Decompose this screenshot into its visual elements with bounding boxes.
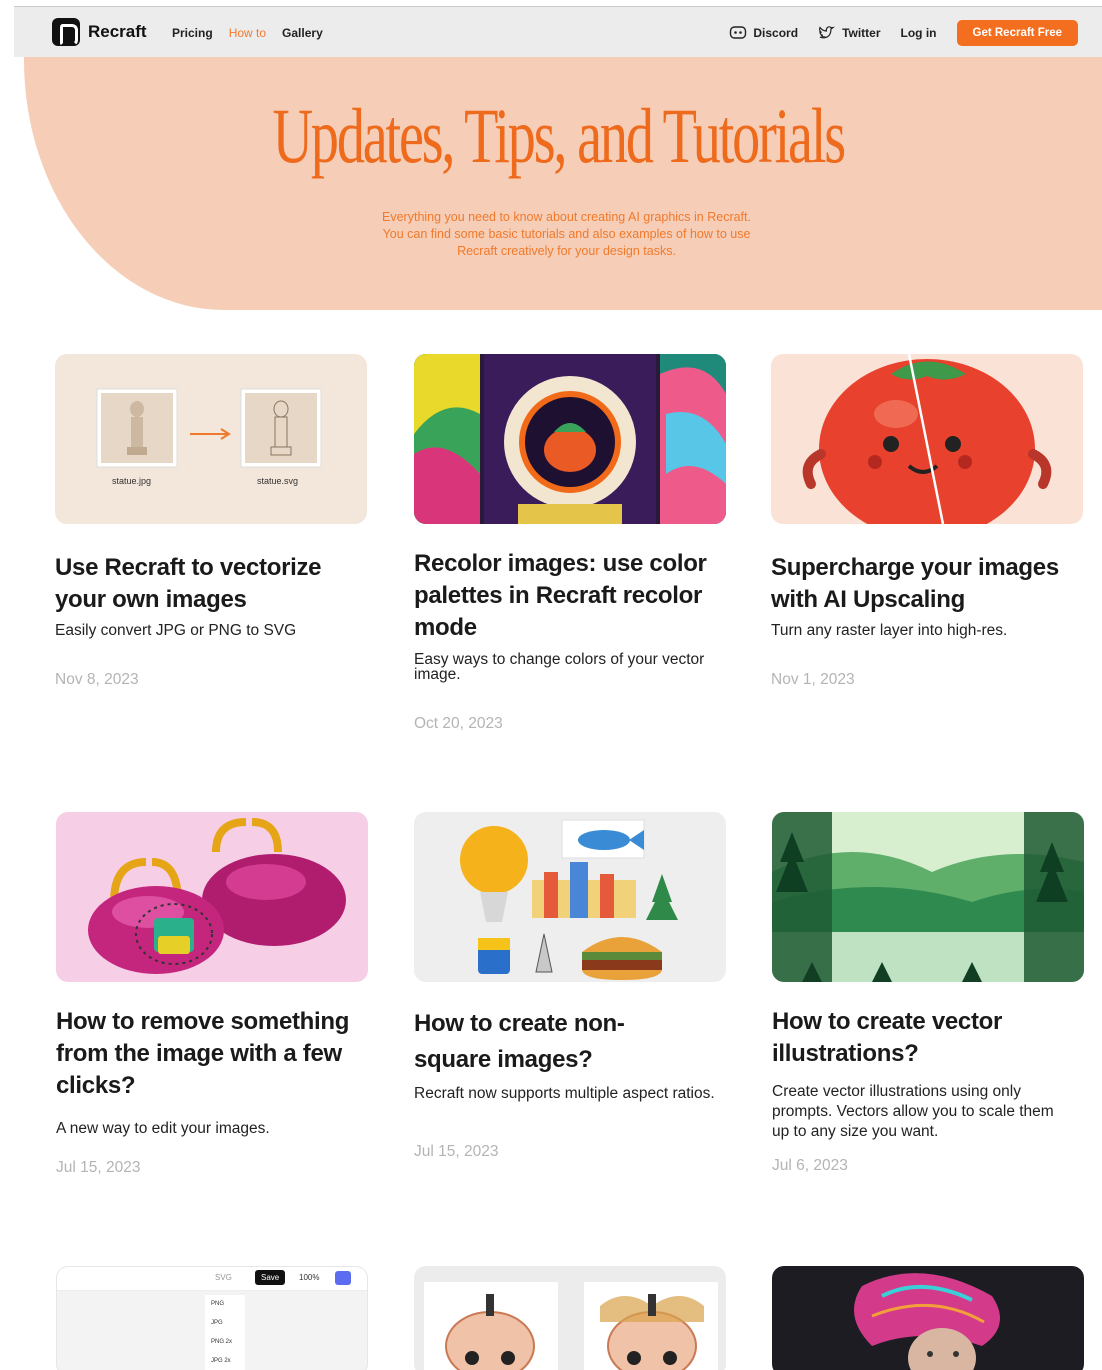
- card-date: Jul 6, 2023: [772, 1157, 848, 1174]
- recolor-thumbnail: [414, 354, 726, 524]
- statue-jpg-label: statue.jpg: [112, 476, 152, 486]
- article-card-pumpkins[interactable]: [414, 1266, 726, 1370]
- statue-conversion-illustration: [96, 388, 322, 468]
- hero-subtitle-line-2: You can find some basic tutorials and al…: [382, 227, 751, 241]
- pumpkins-thumbnail: [414, 1266, 726, 1370]
- export-zoom-level[interactable]: 100%: [299, 1273, 319, 1282]
- article-card-vector-illustrations[interactable]: How to create vector illustrations? Crea…: [772, 812, 1084, 1174]
- article-card-recolor[interactable]: Recolor images: use color palettes in Re…: [414, 354, 726, 732]
- article-card-vectorize[interactable]: statue.jpg statue.svg Use Recraft to vec…: [55, 354, 367, 688]
- hero-banner: Updates, Tips, and Tutorials Everything …: [24, 57, 1102, 310]
- export-option-png[interactable]: PNG: [211, 1295, 245, 1314]
- export-toolbar: [57, 1267, 367, 1291]
- pumpkins-illustration: [424, 1282, 718, 1370]
- brand-logo[interactable]: Recraft: [52, 18, 147, 46]
- card-date: Nov 1, 2023: [771, 671, 855, 688]
- card-description: Easy ways to change colors of your vecto…: [414, 651, 705, 683]
- discord-link[interactable]: Discord: [729, 25, 798, 41]
- get-recraft-free-button[interactable]: Get Recraft Free: [956, 20, 1078, 46]
- tomato-character-illustration: [802, 354, 1052, 524]
- portrait-thumbnail: [772, 1266, 1084, 1370]
- astronaut-illustration: [414, 354, 726, 524]
- card-date: Jul 15, 2023: [414, 1143, 499, 1160]
- article-card-non-square[interactable]: How to create non-square images? Recraft…: [414, 812, 726, 1160]
- article-card-remove-object[interactable]: How to remove something from the image w…: [56, 812, 368, 1176]
- card-description: Easily convert JPG or PNG to SVG: [55, 622, 297, 639]
- card-title[interactable]: How to create non-square images?: [414, 1006, 664, 1078]
- handbags-illustration: [88, 818, 346, 974]
- export-format-select[interactable]: SVG: [215, 1273, 232, 1282]
- card-title[interactable]: Supercharge your images with AI Upscalin…: [771, 552, 1083, 616]
- card-title[interactable]: Use Recraft to vectorize your own images: [55, 552, 367, 616]
- forest-lake-illustration: [772, 812, 1084, 982]
- page-title: Updates, Tips, and Tutorials: [272, 92, 847, 179]
- assorted-objects-illustration: [460, 819, 678, 980]
- card-description: Recraft now supports multiple aspect rat…: [414, 1085, 715, 1102]
- twitter-label: Twitter: [842, 26, 881, 40]
- export-format-menu: PNG JPG PNG 2x JPG 2x: [205, 1295, 245, 1370]
- non-square-thumbnail: [414, 812, 726, 982]
- export-option-jpg[interactable]: JPG: [211, 1314, 245, 1333]
- card-title[interactable]: How to remove something from the image w…: [56, 1006, 356, 1102]
- article-card-export[interactable]: SVG Save 100% PNG JPG PNG 2x JPG 2x: [56, 1266, 368, 1370]
- card-description: Create vector illustrations using only p…: [772, 1083, 1054, 1140]
- hero-subtitle: Everything you need to know about creati…: [324, 209, 809, 260]
- card-date: Jul 15, 2023: [56, 1159, 141, 1176]
- upscaling-thumbnail: [771, 354, 1083, 524]
- article-card-upscaling[interactable]: Supercharge your images with AI Upscalin…: [771, 354, 1083, 688]
- card-title[interactable]: How to create vector illustrations?: [772, 1006, 1032, 1070]
- vector-illustrations-thumbnail: [772, 812, 1084, 982]
- export-save-button[interactable]: Save: [255, 1270, 286, 1285]
- card-date: Nov 8, 2023: [55, 671, 139, 688]
- colorful-portrait-illustration: [854, 1273, 1000, 1370]
- discord-label: Discord: [753, 26, 799, 40]
- twitter-link[interactable]: Twitter: [818, 25, 881, 41]
- hero-subtitle-line-3: Recraft creatively for your design tasks…: [457, 244, 676, 258]
- export-option-jpg-2x[interactable]: JPG 2x: [211, 1352, 245, 1370]
- card-description: Turn any raster layer into high-res.: [771, 622, 1008, 639]
- card-description: A new way to edit your images.: [56, 1120, 270, 1137]
- export-info-badge[interactable]: [335, 1271, 351, 1285]
- nav-gallery[interactable]: Gallery: [282, 26, 323, 40]
- recraft-logo-icon: [52, 18, 80, 46]
- discord-icon: [730, 26, 747, 39]
- export-thumbnail: SVG Save 100% PNG JPG PNG 2x JPG 2x: [56, 1266, 368, 1370]
- login-link[interactable]: Log in: [901, 26, 937, 40]
- nav-pricing[interactable]: Pricing: [172, 26, 213, 40]
- site-header: Recraft Pricing How to Gallery Discord T…: [14, 7, 1102, 57]
- vectorize-thumbnail: statue.jpg statue.svg: [55, 354, 367, 524]
- card-title[interactable]: Recolor images: use color palettes in Re…: [414, 548, 726, 644]
- export-option-png-2x[interactable]: PNG 2x: [211, 1333, 245, 1352]
- hero-subtitle-line-1: Everything you need to know about creati…: [382, 210, 751, 224]
- card-date: Oct 20, 2023: [414, 715, 503, 732]
- remove-object-thumbnail: [56, 812, 368, 982]
- nav-how-to[interactable]: How to: [229, 26, 266, 40]
- statue-svg-label: statue.svg: [257, 476, 299, 486]
- header-actions: Discord Twitter Log in Get Recraft Free: [729, 20, 1078, 46]
- main-nav: Pricing How to Gallery: [172, 26, 323, 40]
- brand-name: Recraft: [88, 22, 147, 41]
- twitter-icon: [819, 26, 836, 39]
- article-card-portrait[interactable]: [772, 1266, 1084, 1370]
